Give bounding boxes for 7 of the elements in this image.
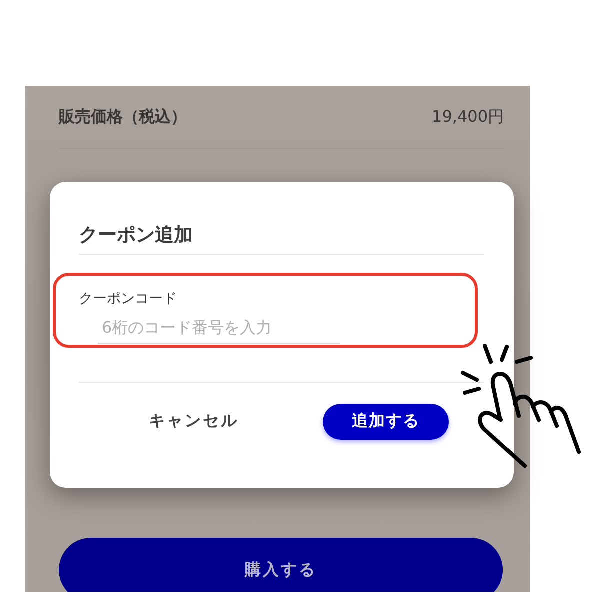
purchase-button[interactable]: 購入する bbox=[59, 538, 503, 592]
dialog-title: クーポン追加 bbox=[79, 222, 484, 255]
field-label: クーポンコード bbox=[79, 290, 178, 308]
add-button[interactable]: 追加する bbox=[323, 404, 449, 440]
price-value: 19,400円 bbox=[432, 106, 504, 128]
price-label: 販売価格（税込） bbox=[59, 106, 187, 128]
cancel-button[interactable]: キャンセル bbox=[139, 403, 249, 440]
